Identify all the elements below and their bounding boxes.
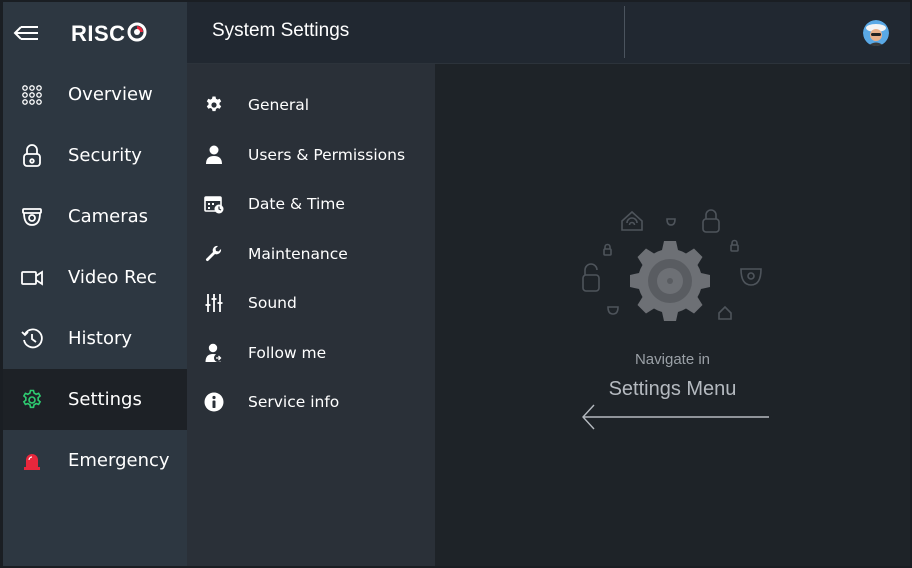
back-arrow-icon[interactable] xyxy=(11,19,41,47)
sidebar-item-security[interactable]: Security xyxy=(3,125,187,186)
brand-area: RISC xyxy=(3,2,187,64)
logo-mark-icon xyxy=(127,22,147,46)
sidebar-item-emergency[interactable]: Emergency xyxy=(3,430,187,491)
divider xyxy=(624,6,625,58)
submenu-item-sound[interactable]: Sound xyxy=(187,278,435,327)
follow-me-icon xyxy=(203,342,225,364)
settings-illustration xyxy=(575,199,775,329)
sidebar-item-label: Overview xyxy=(68,84,153,105)
sidebar-item-label: Video Rec xyxy=(68,267,157,288)
top-bar: RISC System Settings xyxy=(3,2,910,64)
gear-icon xyxy=(203,94,225,116)
sidebar-item-label: Cameras xyxy=(68,206,149,227)
video-rec-icon xyxy=(20,266,44,290)
app-window: RISC System Settings Overview Security C… xyxy=(3,2,910,566)
gear-icon xyxy=(20,388,44,412)
grid-dots-icon xyxy=(20,83,44,107)
hint-subtitle: Navigate in xyxy=(634,351,711,368)
submenu-item-label: Follow me xyxy=(248,343,327,362)
camera-icon xyxy=(20,205,44,229)
submenu-item-label: Service info xyxy=(248,392,340,411)
sidebar-item-settings[interactable]: Settings xyxy=(3,369,187,430)
sidebar-item-label: Emergency xyxy=(68,450,170,471)
submenu-item-label: Users & Permissions xyxy=(248,145,406,164)
lock-icon xyxy=(20,143,44,168)
submenu-item-follow-me[interactable]: Follow me xyxy=(187,328,435,377)
content-area: Navigate in Settings Menu xyxy=(435,64,910,566)
calendar-clock-icon xyxy=(203,193,225,215)
wrench-icon xyxy=(203,243,225,265)
sidebar-item-cameras[interactable]: Cameras xyxy=(3,186,187,247)
sidebar-item-label: Security xyxy=(68,145,142,166)
siren-icon xyxy=(20,449,44,473)
sidebar-item-label: Settings xyxy=(68,389,142,410)
submenu-item-label: Sound xyxy=(248,293,297,312)
submenu-item-label: Maintenance xyxy=(248,244,348,263)
submenu-item-users-permissions[interactable]: Users & Permissions xyxy=(187,130,435,179)
submenu-item-service-info[interactable]: Service info xyxy=(187,377,435,426)
logo: RISC xyxy=(71,21,147,47)
submenu-item-label: Date & Time xyxy=(248,194,345,213)
history-icon xyxy=(20,327,44,351)
sliders-icon xyxy=(203,292,225,314)
sidebar-item-video-rec[interactable]: Video Rec xyxy=(3,247,187,308)
sidebar-item-label: History xyxy=(68,328,133,349)
sidebar-item-overview[interactable]: Overview xyxy=(3,64,187,125)
page-title: System Settings xyxy=(212,20,350,41)
submenu-item-label: General xyxy=(248,95,310,114)
settings-submenu: General Users & Permissions Date & Time … xyxy=(187,64,435,566)
logo-text: RISC xyxy=(71,21,126,46)
left-arrow-icon xyxy=(579,402,771,432)
submenu-item-maintenance[interactable]: Maintenance xyxy=(187,229,435,278)
user-icon xyxy=(203,144,225,166)
hint-title: Settings Menu xyxy=(608,378,737,400)
avatar[interactable] xyxy=(863,20,889,46)
main-sidebar: Overview Security Cameras Video Rec Hist… xyxy=(3,64,187,566)
info-icon xyxy=(203,391,225,413)
submenu-item-general[interactable]: General xyxy=(187,80,435,129)
sidebar-item-history[interactable]: History xyxy=(3,308,187,369)
submenu-item-date-time[interactable]: Date & Time xyxy=(187,179,435,228)
